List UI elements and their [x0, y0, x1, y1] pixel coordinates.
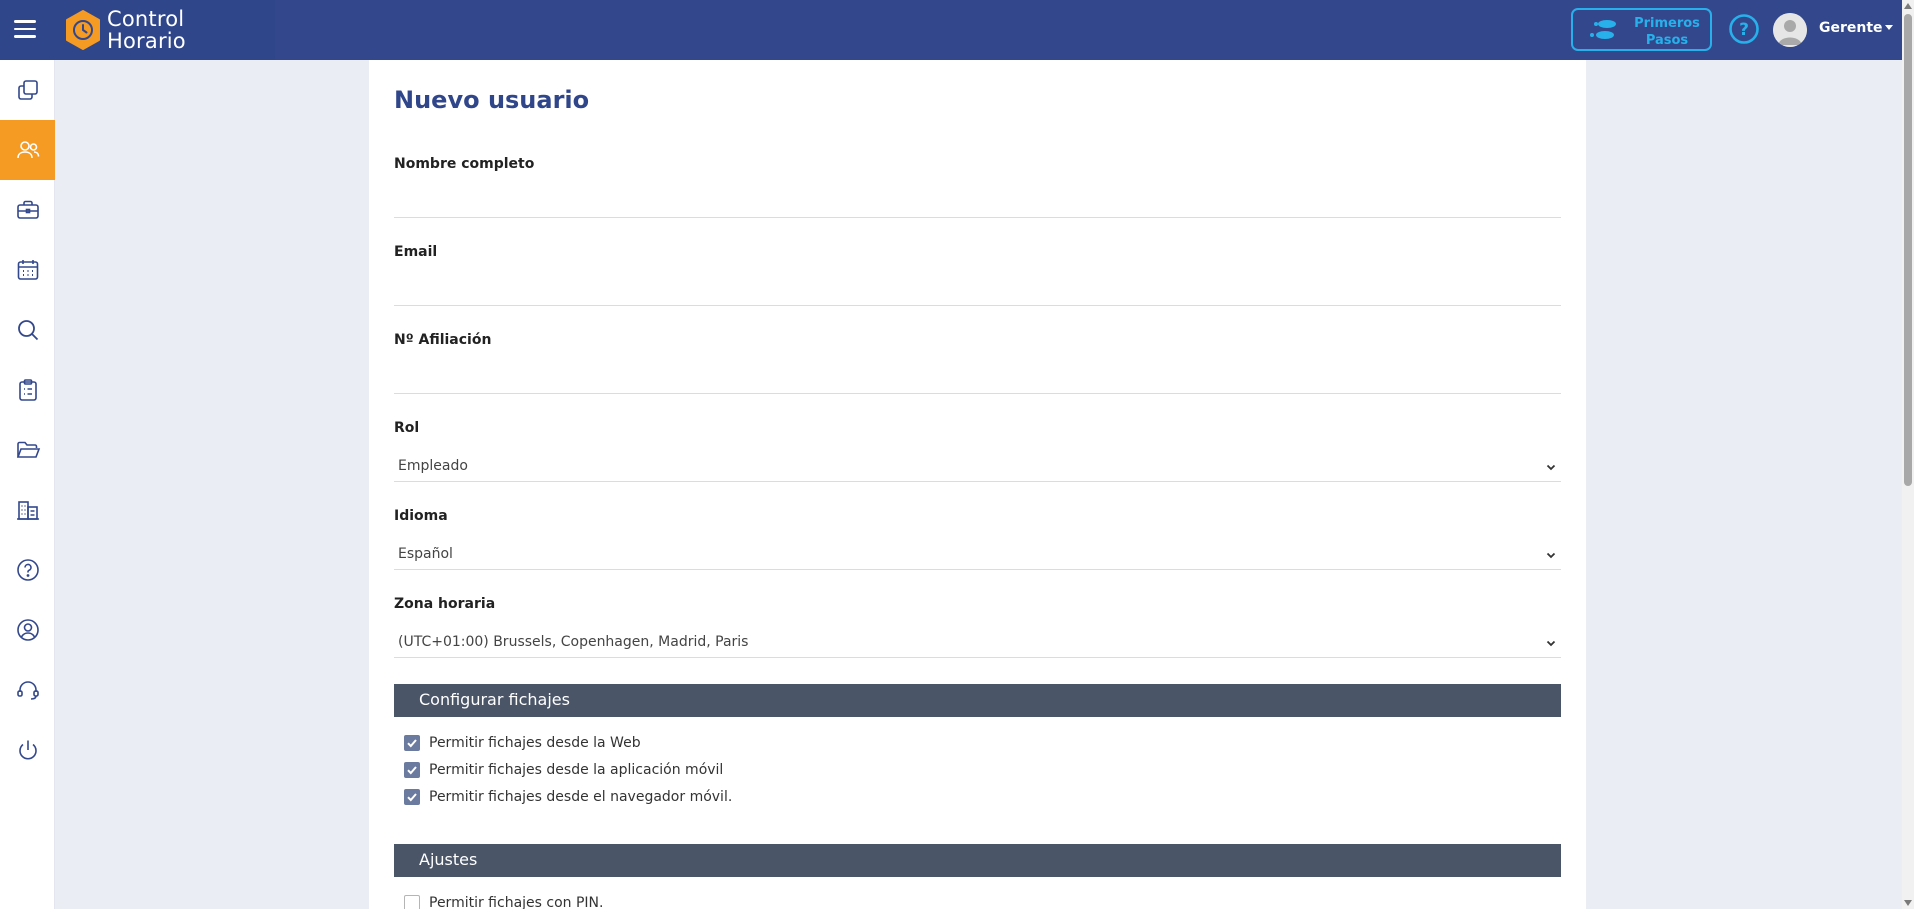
zona-horaria-value: (UTC+01:00) Brussels, Copenhagen, Madrid…	[398, 634, 749, 650]
sidebar-item-support[interactable]	[0, 660, 55, 720]
user-avatar[interactable]	[1773, 13, 1807, 47]
app-name-line2: Horario	[107, 29, 186, 53]
nombre-input[interactable]	[394, 188, 1561, 218]
option-fichajes-web[interactable]: Permitir fichajes desde la Web	[404, 733, 641, 753]
avatar-silhouette-icon	[1773, 13, 1807, 47]
briefcase-icon	[16, 200, 39, 219]
help-circle-icon	[16, 559, 39, 581]
option-label: Permitir fichajes desde la aplicación mó…	[429, 762, 724, 778]
section-ajustes: Ajustes	[394, 844, 1561, 877]
checkbox-checked[interactable]	[404, 762, 420, 778]
option-label: Permitir fichajes con PIN.	[429, 895, 604, 909]
sidebar-item-help[interactable]	[0, 540, 55, 600]
brand-area: Control Horario	[0, 0, 275, 60]
top-navbar: Control Horario Primeros Pasos ? Gerente	[0, 0, 1902, 60]
user-circle-icon	[16, 619, 39, 641]
caret-down-icon	[1884, 25, 1893, 30]
rol-label: Rol	[394, 420, 420, 436]
section-configurar-fichajes: Configurar fichajes	[394, 684, 1561, 717]
idioma-select[interactable]: Español	[394, 540, 1561, 570]
svg-text:?: ?	[1739, 20, 1749, 40]
sidebar-item-reports[interactable]	[0, 360, 55, 420]
sidebar-item-company[interactable]	[0, 480, 55, 540]
option-fichajes-navegador[interactable]: Permitir fichajes desde el navegador móv…	[404, 787, 732, 807]
chevron-down-icon	[1546, 464, 1556, 471]
clipboard-icon	[18, 379, 37, 401]
user-name: Gerente	[1819, 20, 1883, 36]
page-title: Nuevo usuario	[394, 86, 590, 114]
copy-icon	[17, 80, 38, 100]
sidebar-item-documents[interactable]	[0, 420, 55, 480]
section-title: Configurar fichajes	[419, 690, 570, 709]
checkbox-unchecked[interactable]	[404, 895, 420, 909]
check-icon	[407, 793, 417, 802]
power-icon	[18, 740, 37, 760]
clock-logo-icon	[66, 10, 100, 50]
nombre-label: Nombre completo	[394, 156, 535, 172]
chevron-down-icon	[1546, 640, 1556, 647]
idioma-value: Español	[398, 546, 453, 562]
sidebar-item-users[interactable]	[0, 120, 55, 180]
sidebar-item-dashboard[interactable]	[0, 60, 55, 120]
scroll-thumb[interactable]	[1904, 14, 1912, 486]
page-scrollbar[interactable]	[1902, 0, 1914, 909]
afiliacion-input[interactable]	[394, 364, 1561, 394]
sidebar-item-profile[interactable]	[0, 600, 55, 660]
email-label: Email	[394, 244, 438, 260]
option-label: Permitir fichajes desde la Web	[429, 735, 641, 751]
rol-select[interactable]: Empleado	[394, 452, 1561, 482]
rol-value: Empleado	[398, 458, 468, 474]
search-icon	[17, 320, 38, 341]
checkbox-checked[interactable]	[404, 735, 420, 751]
sidebar-item-logout[interactable]	[0, 720, 55, 780]
sidebar-item-calendar[interactable]	[0, 240, 55, 300]
folder-icon	[16, 441, 40, 458]
new-user-form-panel: Nuevo usuario Nombre completo Email Nº A…	[369, 60, 1586, 909]
option-fichajes-app[interactable]: Permitir fichajes desde la aplicación mó…	[404, 760, 723, 780]
sidebar-item-projects[interactable]	[0, 180, 55, 240]
idioma-label: Idioma	[394, 508, 448, 524]
zona-horaria-select[interactable]: (UTC+01:00) Brussels, Copenhagen, Madrid…	[394, 628, 1561, 658]
sidebar-item-search[interactable]	[0, 300, 55, 360]
app-logo-text[interactable]: Control Horario	[107, 8, 186, 52]
user-menu[interactable]: Gerente	[1819, 20, 1893, 36]
checkbox-checked[interactable]	[404, 789, 420, 805]
scroll-up-arrow-icon[interactable]	[1904, 3, 1912, 9]
afiliacion-label: Nº Afiliación	[394, 332, 492, 348]
footsteps-icon	[1590, 20, 1616, 39]
chevron-down-icon	[1546, 552, 1556, 559]
menu-toggle-icon[interactable]	[14, 20, 36, 40]
app-name-line1: Control	[107, 7, 185, 31]
check-icon	[407, 766, 417, 775]
scroll-down-arrow-icon[interactable]	[1904, 900, 1912, 906]
sidebar	[0, 60, 55, 909]
option-label: Permitir fichajes desde el navegador móv…	[429, 789, 733, 805]
check-icon	[407, 739, 417, 748]
zona-horaria-label: Zona horaria	[394, 596, 496, 612]
section-title: Ajustes	[419, 850, 478, 869]
primeros-pasos-label: Primeros Pasos	[1634, 16, 1700, 48]
calendar-icon	[17, 260, 38, 280]
option-fichajes-pin[interactable]: Permitir fichajes con PIN.	[404, 893, 603, 909]
headset-icon	[16, 681, 39, 700]
help-icon[interactable]: ?	[1728, 13, 1760, 45]
primeros-pasos-button[interactable]: Primeros Pasos	[1571, 8, 1712, 51]
users-icon	[16, 141, 39, 159]
email-input[interactable]	[394, 276, 1561, 306]
building-icon	[16, 501, 39, 520]
